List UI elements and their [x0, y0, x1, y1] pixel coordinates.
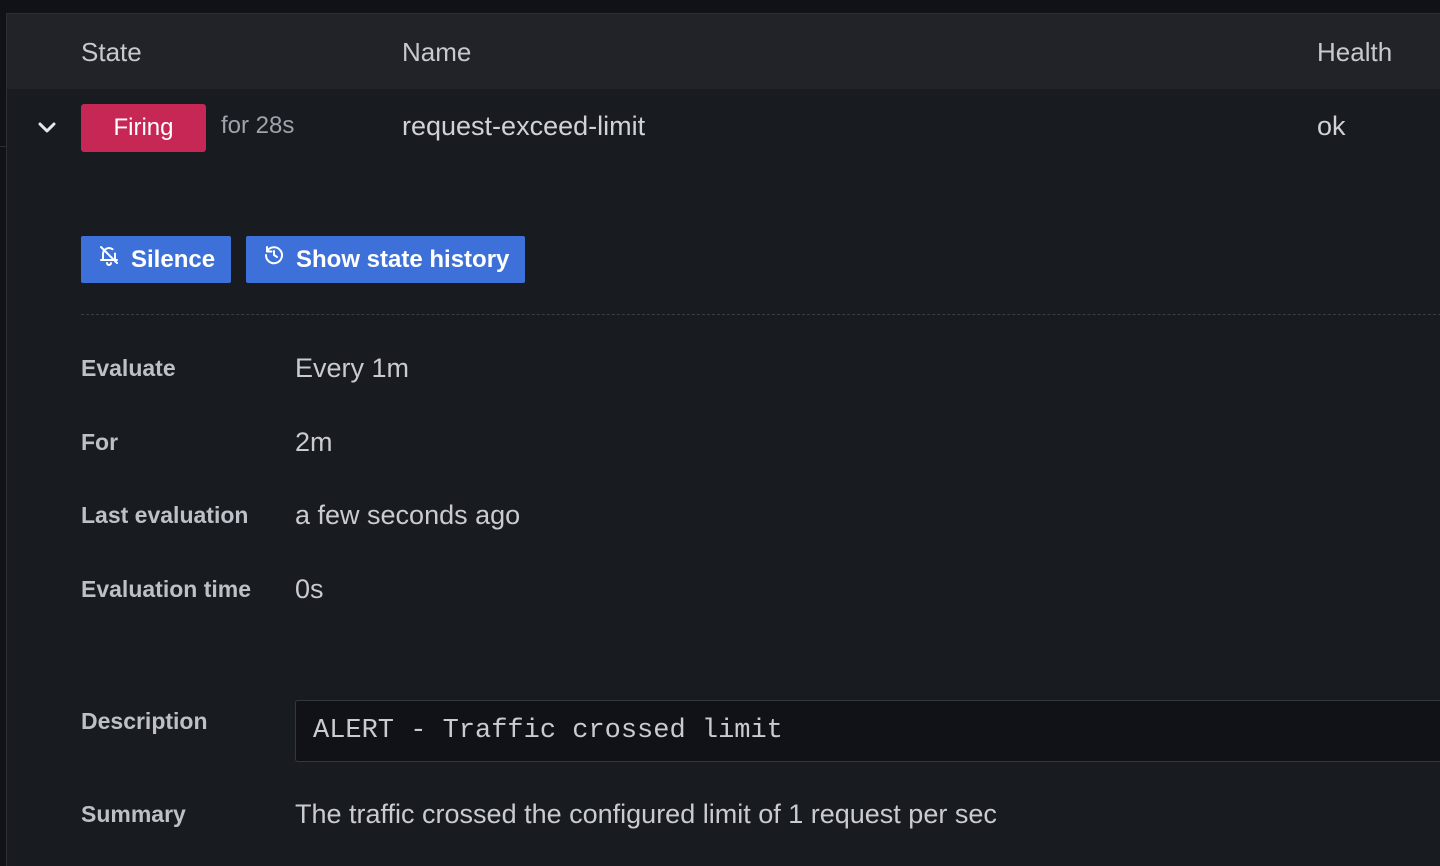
show-state-history-label: Show state history: [296, 246, 510, 273]
last-evaluation-label: Last evaluation: [81, 502, 249, 528]
description-label: Description: [81, 708, 208, 734]
for-value: 2m: [295, 427, 333, 457]
bell-slash-icon: [97, 236, 121, 283]
section-divider: [81, 314, 1440, 315]
rule-health: ok: [1317, 111, 1346, 141]
table-header: State Name Health: [7, 14, 1440, 89]
silence-button-label: Silence: [131, 246, 216, 273]
chevron-down-icon[interactable]: [33, 114, 61, 142]
status-badge: Firing: [81, 104, 206, 152]
description-value: ALERT - Traffic crossed limit: [295, 700, 1440, 762]
evaluation-time-label: Evaluation time: [81, 576, 251, 602]
show-state-history-button[interactable]: Show state history: [246, 236, 525, 283]
column-header-state[interactable]: State: [81, 36, 142, 68]
for-label: For: [81, 429, 119, 455]
column-header-health[interactable]: Health: [1317, 36, 1392, 68]
evaluate-value: Every 1m: [295, 353, 410, 383]
silence-button[interactable]: Silence: [81, 236, 231, 283]
evaluate-label: Evaluate: [81, 355, 176, 381]
state-duration: for 28s: [221, 112, 295, 139]
summary-label: Summary: [81, 801, 186, 827]
column-header-name[interactable]: Name: [402, 36, 471, 68]
rule-name: request-exceed-limit: [402, 111, 646, 141]
history-icon: [262, 236, 286, 283]
alert-rules-panel: State Name Health Firing for 28s request…: [6, 13, 1440, 866]
last-evaluation-value: a few seconds ago: [295, 500, 521, 530]
summary-value: The traffic crossed the configured limit…: [295, 799, 997, 829]
evaluation-time-value: 0s: [295, 574, 324, 604]
